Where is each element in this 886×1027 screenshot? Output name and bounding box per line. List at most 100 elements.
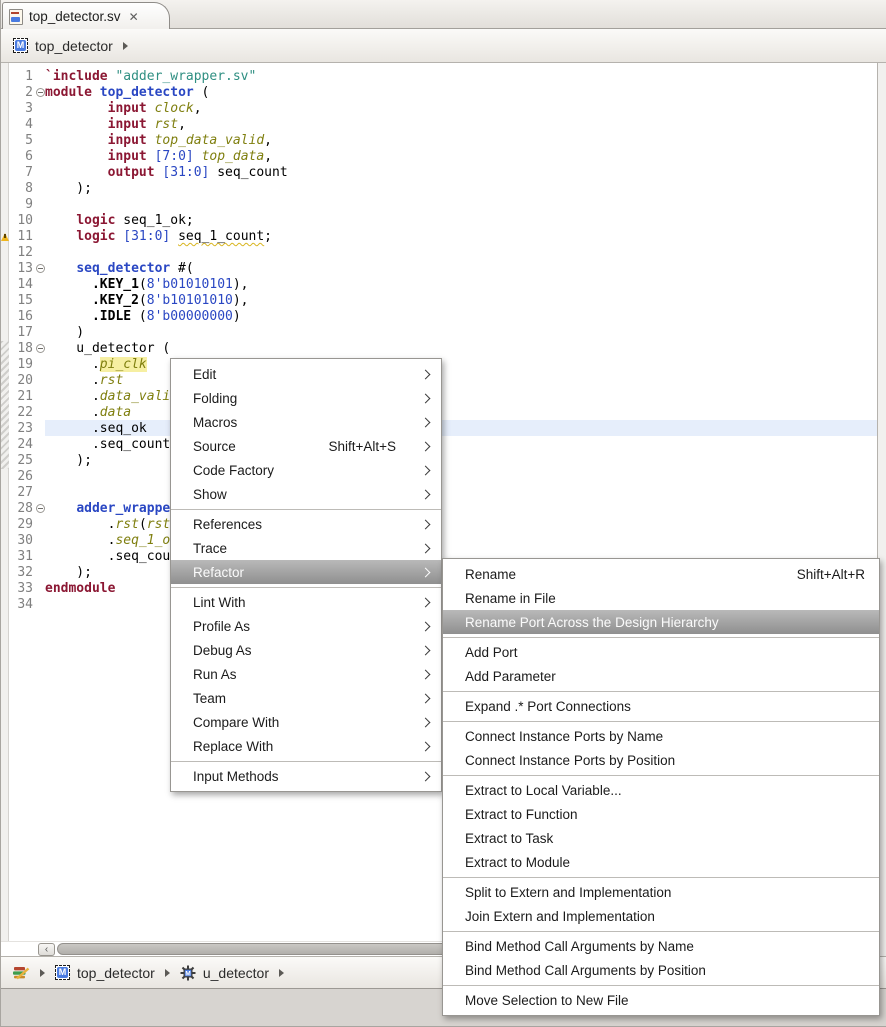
menu-item-split-to-extern-and-implementation[interactable]: Split to Extern and Implementation: [443, 880, 879, 904]
menu-item-show[interactable]: Show: [171, 482, 441, 506]
menu-item-extract-to-module[interactable]: Extract to Module: [443, 850, 879, 874]
chevron-right-icon[interactable]: [279, 969, 284, 977]
line-number: 10: [8, 213, 33, 229]
menu-item-label: Compare With: [193, 715, 414, 730]
code-line[interactable]: [45, 245, 877, 261]
menu-item-edit[interactable]: Edit: [171, 362, 441, 386]
menu-item-replace-with[interactable]: Replace With: [171, 734, 441, 758]
tab-title: top_detector.sv: [29, 9, 121, 24]
menu-separator: [443, 721, 879, 722]
code-line[interactable]: output [31:0] seq_count: [45, 165, 877, 181]
code-line[interactable]: u_detector (: [45, 341, 877, 357]
menu-item-add-port[interactable]: Add Port: [443, 640, 879, 664]
line-number: 11: [8, 229, 33, 245]
tab-close-icon[interactable]: ✕: [127, 11, 141, 23]
menu-item-rename-in-file[interactable]: Rename in File: [443, 586, 879, 610]
line-number: 18: [8, 341, 33, 357]
menu-item-extract-to-task[interactable]: Extract to Task: [443, 826, 879, 850]
menu-item-references[interactable]: References: [171, 512, 441, 536]
code-line[interactable]: input rst,: [45, 117, 877, 133]
menu-separator: [171, 587, 441, 588]
menu-item-label: Connect Instance Ports by Name: [465, 729, 867, 744]
menu-item-debug-as[interactable]: Debug As: [171, 638, 441, 662]
breadcrumb-item-top-detector[interactable]: M top_detector: [51, 965, 159, 981]
menu-item-run-as[interactable]: Run As: [171, 662, 441, 686]
menu-item-bind-method-call-arguments-by-name[interactable]: Bind Method Call Arguments by Name: [443, 934, 879, 958]
code-line[interactable]: ): [45, 325, 877, 341]
chevron-right-icon[interactable]: [123, 42, 128, 50]
breadcrumb-item-library[interactable]: [9, 965, 34, 980]
submenu-arrow-icon: [421, 597, 431, 607]
breadcrumb-item-u-detector[interactable]: M u_detector: [176, 965, 273, 981]
menu-item-label: References: [193, 517, 414, 532]
code-line[interactable]: input top_data_valid,: [45, 133, 877, 149]
menu-item-rename-port-across-the-design-hierarchy[interactable]: Rename Port Across the Design Hierarchy: [443, 610, 879, 634]
menu-item-source[interactable]: SourceShift+Alt+S: [171, 434, 441, 458]
chevron-right-icon[interactable]: [40, 969, 45, 977]
menu-item-code-factory[interactable]: Code Factory: [171, 458, 441, 482]
code-line[interactable]: .IDLE (8'b00000000): [45, 309, 877, 325]
menu-item-shortcut: Shift+Alt+S: [328, 439, 396, 454]
menu-item-label: Extract to Function: [465, 807, 867, 822]
module-icon: M: [55, 965, 70, 980]
code-line[interactable]: `include "adder_wrapper.sv": [45, 69, 877, 85]
menu-item-extract-to-local-variable[interactable]: Extract to Local Variable...: [443, 778, 879, 802]
menu-item-refactor[interactable]: Refactor: [171, 560, 441, 584]
menu-item-join-extern-and-implementation[interactable]: Join Extern and Implementation: [443, 904, 879, 928]
line-number: 1: [8, 69, 33, 85]
line-number: 13: [8, 261, 33, 277]
submenu-arrow-icon: [421, 417, 431, 427]
fold-collapse-icon[interactable]: [36, 344, 45, 353]
editor-tab-bar: top_detector.sv ✕: [1, 0, 886, 29]
code-line[interactable]: input [7:0] top_data,: [45, 149, 877, 165]
scroll-left-button[interactable]: ‹: [38, 943, 55, 956]
menu-item-bind-method-call-arguments-by-position[interactable]: Bind Method Call Arguments by Position: [443, 958, 879, 982]
code-line[interactable]: [45, 197, 877, 213]
code-line[interactable]: .KEY_2(8'b10101010),: [45, 293, 877, 309]
menu-item-compare-with[interactable]: Compare With: [171, 710, 441, 734]
menu-item-move-selection-to-new-file[interactable]: Move Selection to New File: [443, 988, 879, 1012]
menu-item-expand-port-connections[interactable]: Expand .* Port Connections: [443, 694, 879, 718]
line-number: 7: [8, 165, 33, 181]
fold-collapse-icon[interactable]: [36, 88, 45, 97]
line-number: 22: [8, 405, 33, 421]
fold-collapse-icon[interactable]: [36, 264, 45, 273]
menu-item-label: Team: [193, 691, 414, 706]
menu-item-extract-to-function[interactable]: Extract to Function: [443, 802, 879, 826]
menu-item-label: Add Parameter: [465, 669, 867, 684]
menu-item-add-parameter[interactable]: Add Parameter: [443, 664, 879, 688]
menu-item-input-methods[interactable]: Input Methods: [171, 764, 441, 788]
menu-item-lint-with[interactable]: Lint With: [171, 590, 441, 614]
code-line[interactable]: logic [31:0] seq_1_count;: [45, 229, 877, 245]
breadcrumb-item-top-detector[interactable]: M top_detector: [9, 38, 117, 54]
breadcrumb-label: u_detector: [203, 965, 269, 981]
fold-collapse-icon[interactable]: [36, 504, 45, 513]
menu-item-trace[interactable]: Trace: [171, 536, 441, 560]
code-line[interactable]: input clock,: [45, 101, 877, 117]
menu-item-label: Source: [193, 439, 328, 454]
menu-item-macros[interactable]: Macros: [171, 410, 441, 434]
line-number: 9: [8, 197, 33, 213]
code-line[interactable]: logic seq_1_ok;: [45, 213, 877, 229]
menu-item-connect-instance-ports-by-name[interactable]: Connect Instance Ports by Name: [443, 724, 879, 748]
tab-top-detector-sv[interactable]: top_detector.sv ✕: [2, 2, 170, 30]
menu-item-label: Trace: [193, 541, 414, 556]
chevron-right-icon[interactable]: [165, 969, 170, 977]
breadcrumb-label: top_detector: [35, 38, 113, 54]
menu-item-connect-instance-ports-by-position[interactable]: Connect Instance Ports by Position: [443, 748, 879, 772]
line-number-ruler: 1234567891011121314151617181920212223242…: [10, 63, 35, 941]
line-number: 15: [8, 293, 33, 309]
menu-item-folding[interactable]: Folding: [171, 386, 441, 410]
code-line[interactable]: );: [45, 181, 877, 197]
menu-item-rename[interactable]: RenameShift+Alt+R: [443, 562, 879, 586]
menu-item-label: Extract to Module: [465, 855, 867, 870]
menu-item-profile-as[interactable]: Profile As: [171, 614, 441, 638]
code-line[interactable]: seq_detector #(: [45, 261, 877, 277]
menu-separator: [443, 775, 879, 776]
menu-item-team[interactable]: Team: [171, 686, 441, 710]
code-line[interactable]: .KEY_1(8'b01010101),: [45, 277, 877, 293]
code-line[interactable]: module top_detector (: [45, 85, 877, 101]
line-number: 30: [8, 533, 33, 549]
menu-item-label: Expand .* Port Connections: [465, 699, 867, 714]
line-number: 34: [8, 597, 33, 613]
